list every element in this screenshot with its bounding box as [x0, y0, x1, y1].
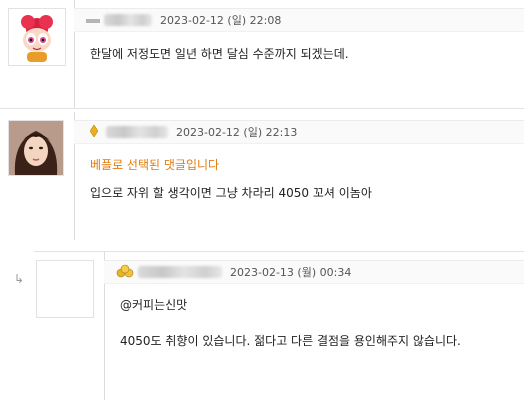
comment-date: 2023-02-12 (일) 22:08 — [160, 14, 282, 27]
gold-crown-icon — [116, 264, 134, 281]
avatar[interactable] — [8, 8, 66, 66]
reply-arrow-icon: ↳ — [14, 272, 25, 286]
comment-date: 2023-02-13 (월) 00:34 — [230, 266, 352, 279]
gold-diamond-icon — [89, 123, 99, 140]
avatar[interactable] — [8, 120, 64, 176]
comment-item: 2023-02-12 (일) 22:13 베플로 선택된 댓글입니다 입으로 자… — [0, 112, 524, 240]
mention-text[interactable]: @커피는신맛 — [120, 296, 187, 313]
nickname-blurred[interactable] — [138, 266, 222, 278]
reply-item: ↳ 2023-02-13 (월) 00:34 @커피는신맛 4050도 취향이 … — [0, 252, 524, 400]
divider — [0, 108, 524, 109]
gray-bar-level-icon — [86, 14, 100, 27]
best-comment-label: 베플로 선택된 댓글입니다 — [90, 158, 220, 172]
avatar[interactable] — [36, 260, 94, 318]
comment-meta: 2023-02-12 (일) 22:08 — [74, 8, 524, 32]
comment-item: 2023-02-12 (일) 22:08 한달에 저정도면 일년 하면 달심 수… — [0, 0, 524, 108]
comment-text: 한달에 저정도면 일년 하면 달심 수준까지 되겠는데. — [90, 47, 349, 61]
user-photo-avatar-icon — [9, 121, 63, 175]
blossom-avatar-icon — [21, 15, 53, 62]
nickname-blurred[interactable] — [106, 126, 168, 138]
comment-meta: 2023-02-12 (일) 22:13 — [74, 120, 524, 144]
comment-text: 4050도 취향이 있습니다. 젊다고 다른 결점을 용인해주지 않습니다. — [120, 334, 461, 348]
comment-date: 2023-02-12 (일) 22:13 — [176, 126, 298, 139]
comment-text: 입으로 자위 할 생각이면 그냥 차라리 4050 꼬셔 이놈아 — [90, 186, 372, 200]
nickname-blurred[interactable] — [104, 14, 152, 26]
comment-meta: 2023-02-13 (월) 00:34 — [104, 260, 524, 284]
